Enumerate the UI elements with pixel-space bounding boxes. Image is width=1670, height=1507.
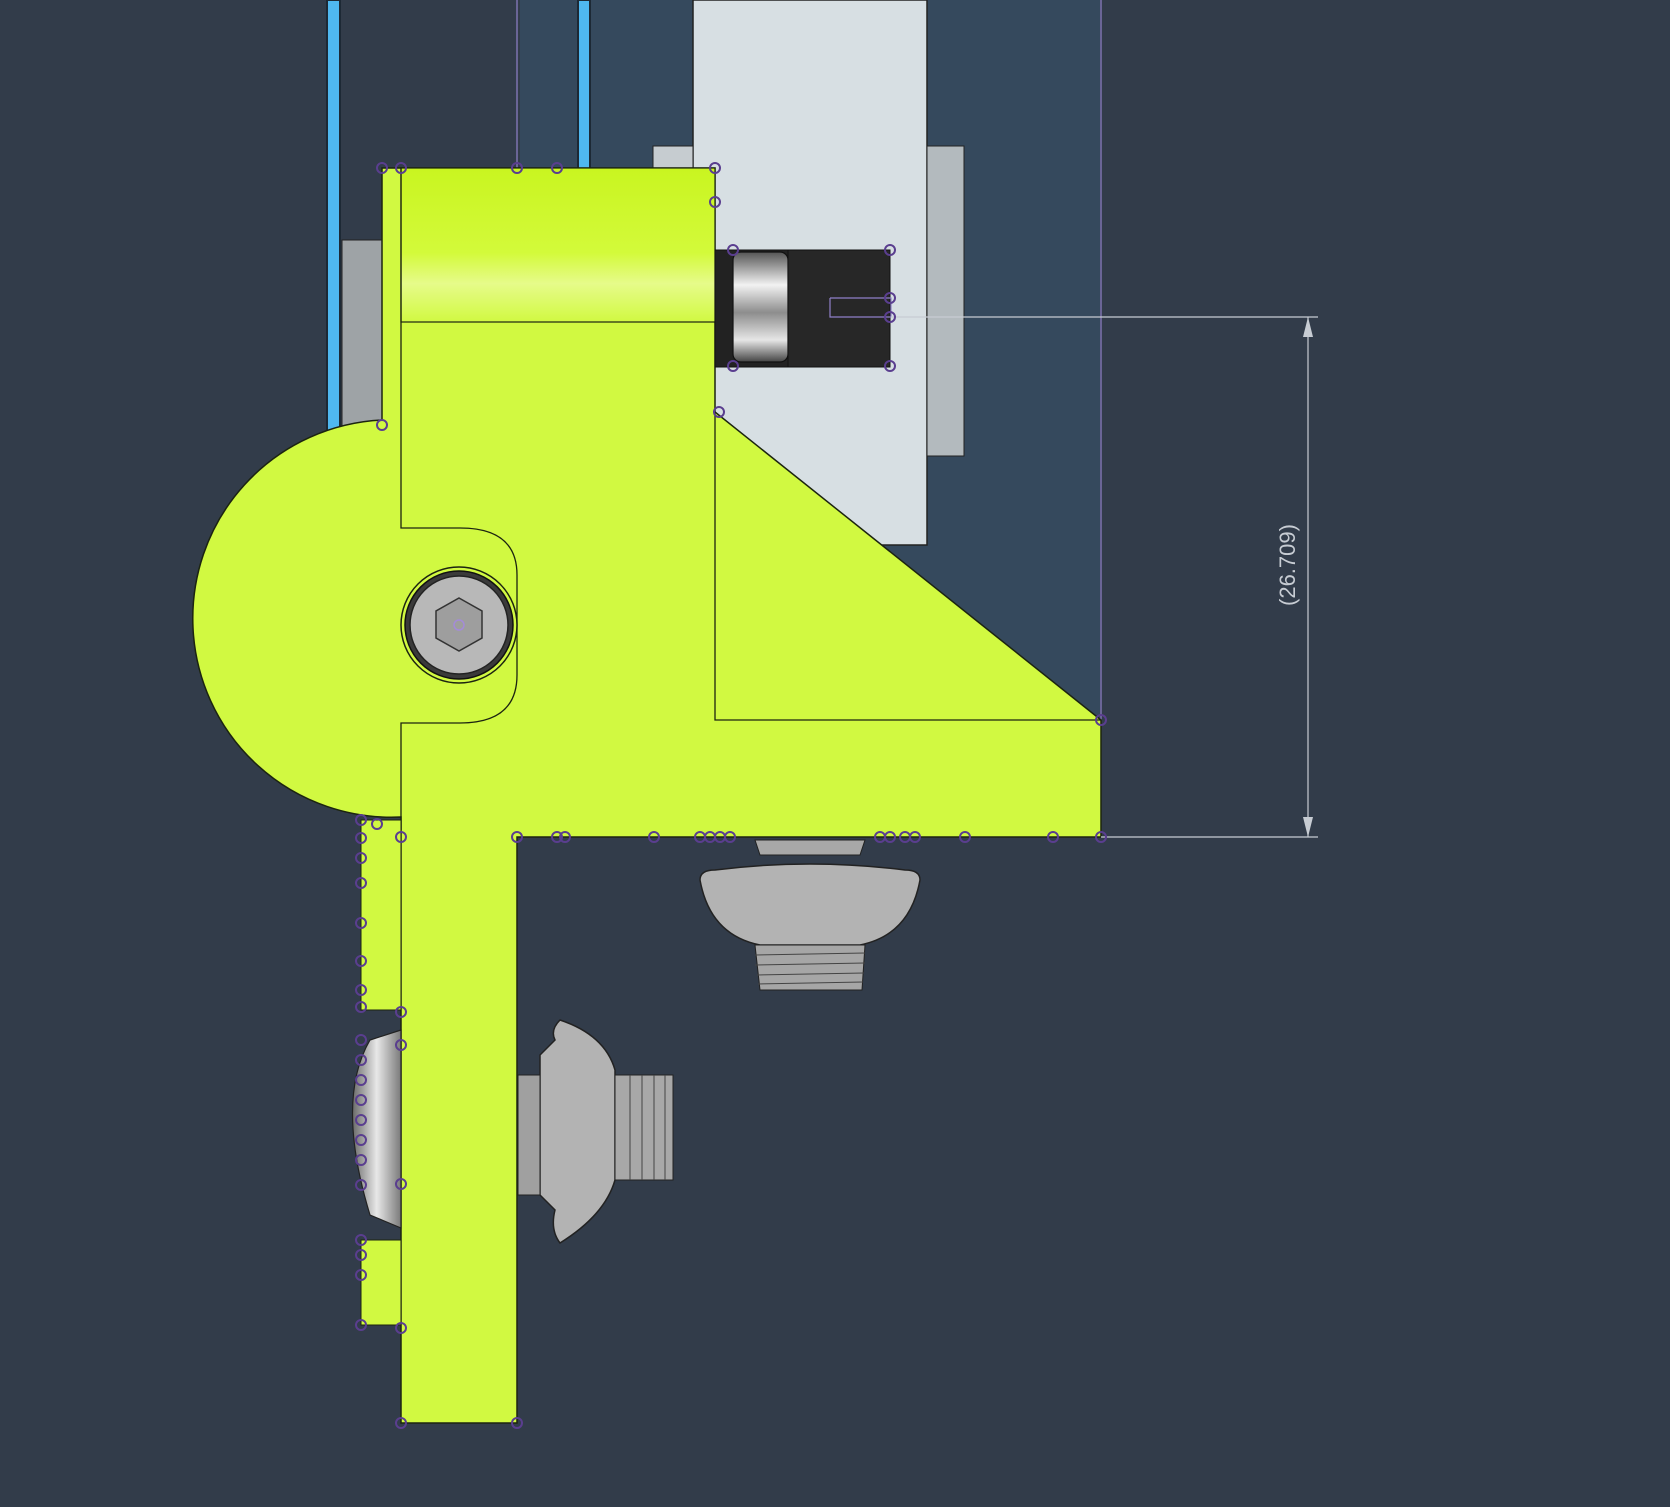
left-tab-strip-lower bbox=[360, 1239, 402, 1326]
screw-head bbox=[699, 863, 921, 946]
bracket-top-gloss bbox=[400, 167, 716, 323]
left-block bbox=[341, 239, 383, 441]
dimension-arrow-bottom bbox=[1303, 817, 1313, 837]
dimension-arrow-top bbox=[1303, 317, 1313, 337]
rail-right bbox=[577, 0, 591, 171]
plate-bracket-right bbox=[926, 145, 965, 457]
bearing-icon[interactable] bbox=[714, 249, 892, 368]
button-head-screw-icon[interactable] bbox=[699, 839, 921, 991]
side-screw-left-thread bbox=[517, 1074, 541, 1196]
bearing-race bbox=[732, 251, 789, 363]
dimension-label[interactable]: (26.709) bbox=[1275, 524, 1300, 606]
side-screw-head bbox=[539, 1019, 616, 1244]
side-dome-head bbox=[351, 1029, 402, 1229]
side-screw-shank bbox=[614, 1074, 674, 1181]
cad-canvas[interactable]: (26.709) bbox=[0, 0, 1670, 1507]
bearing-inner bbox=[787, 249, 891, 368]
left-tab-strip bbox=[360, 819, 402, 1011]
cad-viewport[interactable]: (26.709) bbox=[0, 0, 1670, 1507]
rail-left bbox=[326, 0, 341, 461]
sketch-point[interactable] bbox=[355, 1034, 367, 1046]
hex-socket-bolt-icon[interactable] bbox=[400, 566, 518, 684]
plate-bracket-left bbox=[652, 145, 694, 169]
screw-thread-top bbox=[754, 839, 866, 856]
